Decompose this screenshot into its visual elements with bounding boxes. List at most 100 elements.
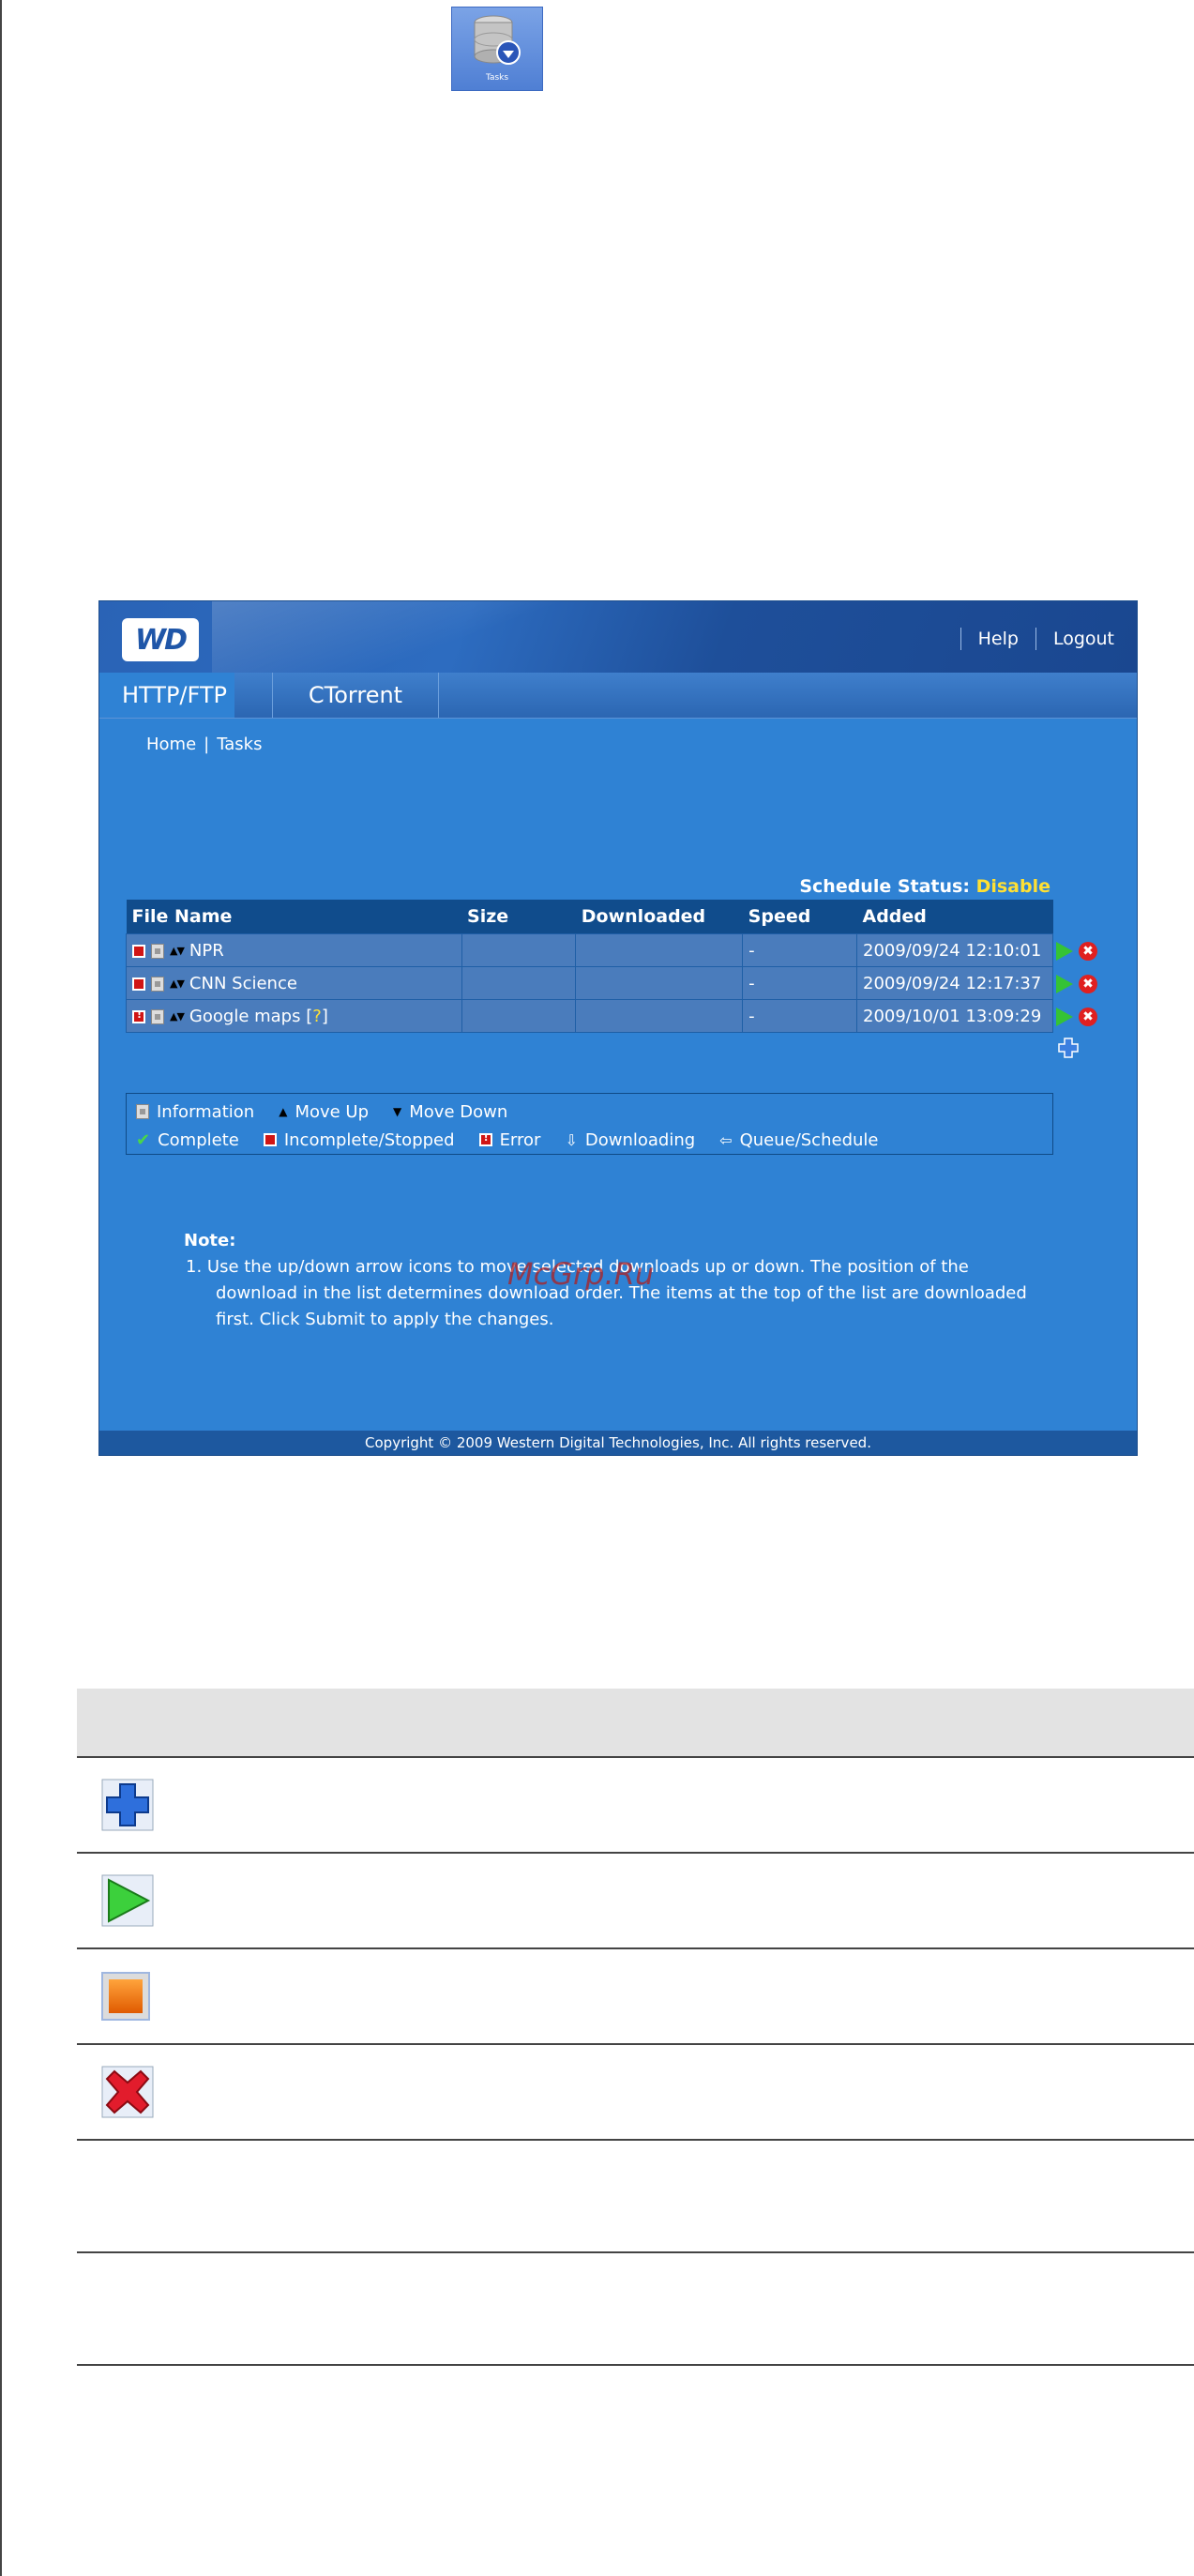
file-name: CNN Science <box>189 973 297 993</box>
file-name-cell: ▲▼ CNN Science <box>126 966 462 1000</box>
table-row <box>77 2253 1194 2366</box>
row-actions: ✖ <box>1056 941 1097 961</box>
file-name: NPR <box>189 940 224 961</box>
schedule-label: Schedule Status: <box>799 876 970 897</box>
stop-icon <box>101 1972 150 2021</box>
file-name-cell: ▲▼ NPR <box>126 933 462 967</box>
table-row[interactable]: ▲▼ Google maps [?] - 2009/10/01 13:09:29 <box>126 999 1053 1033</box>
size-cell <box>461 999 577 1033</box>
error-info-link[interactable]: ? <box>312 1007 322 1026</box>
add-icon <box>101 1779 154 1831</box>
logout-link[interactable]: Logout <box>1053 629 1114 649</box>
schedule-value[interactable]: Disable <box>976 876 1050 897</box>
delete-icon[interactable]: ✖ <box>1079 974 1097 993</box>
legend-move-up: Move Up <box>295 1101 370 1122</box>
legend-error: Error <box>499 1129 541 1150</box>
tasks-icon[interactable]: Tasks <box>451 7 543 91</box>
delete-icon <box>101 2066 154 2118</box>
col-size: Size <box>461 900 576 934</box>
legend-complete: Complete <box>158 1129 239 1150</box>
top-links: Help Logout <box>944 628 1114 650</box>
link-separator <box>960 628 961 650</box>
play-icon[interactable] <box>1056 974 1073 993</box>
file-name: Google maps <box>189 1006 301 1026</box>
downloaded-cell <box>575 933 744 967</box>
wd-logo: WD <box>122 618 199 661</box>
file-name-cell: ▲▼ Google maps [?] <box>126 999 462 1033</box>
legend-downloading: Downloading <box>584 1129 696 1150</box>
legend-queue: Queue/Schedule <box>739 1129 879 1150</box>
table-row <box>77 1854 1194 1949</box>
note-title: Note: <box>184 1231 236 1250</box>
col-speed: Speed <box>742 900 857 934</box>
queue-icon: ⇦ <box>719 1130 733 1149</box>
move-up-icon: ▲ <box>279 1105 288 1118</box>
copyright-footer: Copyright © 2009 Western Digital Technol… <box>99 1431 1137 1455</box>
move-arrows-icon[interactable]: ▲▼ <box>170 1010 185 1023</box>
table-row <box>77 1758 1194 1854</box>
downloaded-cell <box>575 999 744 1033</box>
information-icon <box>136 1104 149 1119</box>
stopped-status-icon <box>132 977 145 991</box>
table-header <box>77 1689 1194 1758</box>
move-arrows-icon[interactable]: ▲▼ <box>170 977 185 990</box>
col-file-name: File Name <box>126 900 462 934</box>
schedule-status: Schedule Status: Disable <box>799 876 1050 897</box>
complete-icon: ✔ <box>136 1129 151 1150</box>
link-separator <box>1035 628 1036 650</box>
play-icon[interactable] <box>1056 1007 1073 1026</box>
speed-cell: - <box>742 999 857 1033</box>
legend-information: Information <box>157 1101 255 1122</box>
table-row <box>77 1949 1194 2045</box>
move-arrows-icon[interactable]: ▲▼ <box>170 945 185 957</box>
tasks-label: Tasks <box>485 73 509 83</box>
row-actions: ✖ <box>1056 1007 1097 1026</box>
table-row <box>77 2141 1194 2253</box>
tab-bar: HTTP/FTP CTorrent <box>99 673 1137 719</box>
row-actions: ✖ <box>1056 974 1097 993</box>
table-row <box>77 2045 1194 2141</box>
stopped-status-icon <box>132 944 145 958</box>
size-cell <box>461 933 577 967</box>
play-icon[interactable] <box>1056 941 1073 961</box>
logo-text: WD <box>135 623 188 657</box>
information-icon[interactable] <box>151 943 164 959</box>
downloading-icon: ⇩ <box>565 1130 578 1149</box>
breadcrumb: Home | Tasks <box>146 735 263 754</box>
database-icon <box>474 15 521 65</box>
added-cell: 2009/09/24 12:10:01 <box>856 933 1053 967</box>
table-row[interactable]: ▲▼ NPR - 2009/09/24 12:10:01 <box>126 933 1053 967</box>
delete-icon[interactable]: ✖ <box>1079 941 1097 961</box>
speed-cell: - <box>742 966 857 1000</box>
tasks-table: File Name Size Downloaded Speed Added ▲▼… <box>126 900 1053 1033</box>
stopped-status-icon <box>263 1133 277 1146</box>
legend-incomplete: Incomplete/Stopped <box>283 1129 455 1150</box>
legend-move-down: Move Down <box>409 1101 508 1122</box>
col-added: Added <box>856 900 1053 934</box>
table-row[interactable]: ▲▼ CNN Science - 2009/09/24 12:17:37 <box>126 966 1053 1000</box>
added-cell: 2009/09/24 12:17:37 <box>856 966 1053 1000</box>
download-manager-window: WD Help Logout HTTP/FTP CTorrent Home | Ta… <box>98 600 1138 1456</box>
app-header: WD Help Logout <box>99 601 1137 673</box>
error-status-icon <box>478 1131 492 1146</box>
tab-http-ftp[interactable]: HTTP/FTP <box>99 673 234 718</box>
move-down-icon: ▼ <box>393 1105 402 1118</box>
information-icon[interactable] <box>151 1008 164 1024</box>
speed-cell: - <box>742 933 857 967</box>
watermark: McGrp.Ru <box>507 1256 655 1292</box>
page-margin-line <box>0 0 2 2576</box>
header-swoosh <box>212 601 606 673</box>
tab-ctorrent[interactable]: CTorrent <box>272 673 439 718</box>
information-icon[interactable] <box>151 976 164 992</box>
size-cell <box>461 966 577 1000</box>
table-header-row: File Name Size Downloaded Speed Added <box>126 900 1053 934</box>
downloaded-cell <box>575 966 744 1000</box>
play-icon <box>101 1874 154 1927</box>
col-downloaded: Downloaded <box>575 900 743 934</box>
added-cell: 2009/10/01 13:09:29 <box>856 999 1053 1033</box>
breadcrumb-home[interactable]: Home <box>146 735 196 754</box>
delete-icon[interactable]: ✖ <box>1079 1007 1097 1026</box>
add-task-icon[interactable] <box>1058 1038 1079 1058</box>
help-link[interactable]: Help <box>978 629 1019 649</box>
breadcrumb-tasks: Tasks <box>217 735 263 754</box>
